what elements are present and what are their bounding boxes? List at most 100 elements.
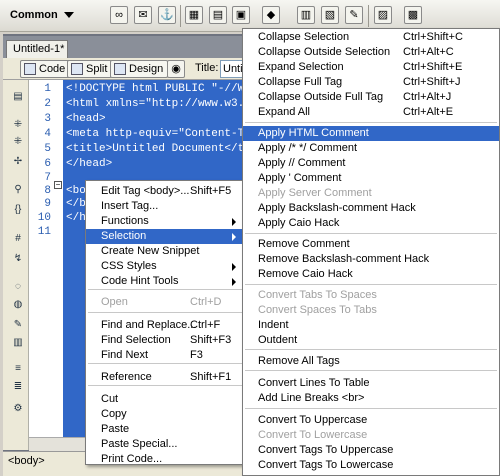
line-number: 10 [37, 212, 51, 224]
indent-icon[interactable]: ≡ [11, 362, 25, 376]
ctx-create-new-snippet[interactable]: Create New Snippet [86, 244, 244, 259]
ctx-cut[interactable]: Cut [86, 392, 244, 407]
balance-braces-icon[interactable]: {} [11, 203, 25, 217]
ctx-paste[interactable]: Paste [86, 422, 244, 437]
wrap-tag-icon[interactable]: ✎ [11, 318, 25, 332]
sel-apply-server-comment[interactable]: Apply Server Comment [243, 186, 499, 201]
sel-remove-backslash-comment-hack[interactable]: Remove Backslash-comment Hack [243, 252, 499, 267]
date-icon[interactable]: ▥ [297, 6, 315, 24]
menu-item-shortcut: Ctrl+Shift+E [403, 61, 463, 73]
sel-collapse-outside-full-tag[interactable]: Collapse Outside Full Tag Ctrl+Alt+J [243, 90, 499, 105]
menu-item-label: Collapse Outside Full Tag [258, 91, 384, 103]
apply-comment-icon[interactable]: ◌ [11, 280, 25, 294]
sel-apply-caio-hack[interactable]: Apply Caio Hack [243, 216, 499, 231]
menu-item-label: Open [101, 296, 128, 308]
sel-convert-spaces-to-tabs[interactable]: Convert Spaces To Tabs [243, 303, 499, 318]
collapse-toggle-icon[interactable]: − [54, 181, 62, 189]
ctx-find-selection[interactable]: Find Selection Shift+F3 [86, 333, 244, 348]
sel-indent[interactable]: Indent [243, 318, 499, 333]
ctx-paste-special[interactable]: Paste Special... [86, 437, 244, 452]
sel-convert-lines-to-table[interactable]: Convert Lines To Table [243, 376, 499, 391]
line-number: 5 [44, 143, 51, 155]
sel-remove-caio-hack[interactable]: Remove Caio Hack [243, 267, 499, 282]
ctx-edit-tag-body[interactable]: Edit Tag <body>... Shift+F5 [86, 184, 244, 199]
comment-icon[interactable]: ✎ [345, 6, 363, 24]
recent-snippets-icon[interactable]: ▥ [11, 336, 25, 350]
menu-item-label: Selection [101, 230, 147, 242]
line-number: 4 [44, 128, 51, 140]
ctx-reference[interactable]: Reference Shift+F1 [86, 370, 244, 385]
menu-item-label: Convert To Lowercase [258, 429, 368, 441]
ctx-insert-tag[interactable]: Insert Tag... [86, 199, 244, 214]
sel-convert-to-uppercase[interactable]: Convert To Uppercase [243, 413, 499, 428]
ctx-find-and-replace[interactable]: Find and Replace... Ctrl+F [86, 318, 244, 333]
context-menu: Edit Tag <body>... Shift+F5 Insert Tag... F… [85, 180, 245, 465]
tag-chooser-icon[interactable]: ▩ [404, 6, 422, 24]
sel-collapse-outside-selection[interactable]: Collapse Outside Selection Ctrl+Alt+C [243, 45, 499, 60]
sel-add-line-breaks-br[interactable]: Add Line Breaks <br> [243, 391, 499, 406]
table-icon[interactable]: ▦ [185, 6, 203, 24]
open-documents-icon[interactable]: ▤ [11, 90, 25, 104]
insert-category-label: Common [10, 9, 58, 21]
line-numbers-icon[interactable]: # [11, 232, 25, 246]
sel-convert-to-lowercase[interactable]: Convert To Lowercase [243, 428, 499, 443]
sel-apply-comment[interactable]: Apply /* */ Comment [243, 141, 499, 156]
code-view-button[interactable]: Code [20, 60, 71, 78]
server-side-include-icon[interactable]: ▧ [321, 6, 339, 24]
split-view-button[interactable]: Split [67, 60, 113, 78]
tag-selector[interactable]: <body> [8, 455, 45, 467]
highlight-invalid-code-icon[interactable]: ↯ [11, 252, 25, 266]
sel-outdent[interactable]: Outdent [243, 333, 499, 348]
sel-convert-tags-to-uppercase[interactable]: Convert Tags To Uppercase [243, 443, 499, 458]
document-tab[interactable]: Untitled-1* [6, 40, 68, 58]
sel-remove-comment[interactable]: Remove Comment [243, 237, 499, 252]
sel-convert-tags-to-lowercase[interactable]: Convert Tags To Lowercase [243, 458, 499, 473]
named-anchor-icon[interactable]: ⚓ [158, 6, 176, 24]
sel-expand-selection[interactable]: Expand Selection Ctrl+Shift+E [243, 60, 499, 75]
expand-all-icon[interactable]: ✢ [11, 155, 25, 169]
ctx-code-hint-tools[interactable]: Code Hint Tools [86, 274, 244, 289]
design-view-button[interactable]: Design [110, 60, 169, 78]
format-source-icon[interactable]: ⚙ [11, 402, 25, 416]
ctx-copy[interactable]: Copy [86, 407, 244, 422]
menu-item-label: Convert Spaces To Tabs [258, 304, 377, 316]
sel-apply-backslash-comment-hack[interactable]: Apply Backslash-comment Hack [243, 201, 499, 216]
sel-apply-comment[interactable]: Apply // Comment [243, 156, 499, 171]
sel-remove-all-tags[interactable]: Remove All Tags [243, 354, 499, 369]
title-field[interactable]: Unti [220, 60, 244, 78]
collapse-selection-icon[interactable]: ⁜ [11, 135, 25, 149]
chevron-down-icon [63, 12, 74, 18]
ctx-print-code[interactable]: Print Code... [86, 452, 244, 467]
image-icon[interactable]: ▣ [232, 6, 250, 24]
menu-item-label: Convert Lines To Table [258, 377, 370, 389]
ctx-css-styles[interactable]: CSS Styles [86, 259, 244, 274]
email-link-icon[interactable]: ✉ [134, 6, 152, 24]
sel-apply-html-comment[interactable]: Apply HTML Comment [243, 126, 499, 141]
hyperlink-icon[interactable]: ∞ [110, 6, 128, 24]
select-parent-tag-icon[interactable]: ⚲ [11, 183, 25, 197]
remove-comment-icon[interactable]: ◍ [11, 298, 25, 312]
sel-collapse-full-tag[interactable]: Collapse Full Tag Ctrl+Shift+J [243, 75, 499, 90]
menu-item-label: Remove Caio Hack [258, 268, 353, 280]
ctx-selection[interactable]: Selection [86, 229, 244, 244]
browser-check-icon[interactable]: ◉ [167, 60, 185, 78]
sel-expand-all[interactable]: Expand All Ctrl+Alt+E [243, 105, 499, 120]
menu-separator [245, 349, 497, 350]
collapse-full-tag-icon[interactable]: ⁜ [11, 118, 25, 132]
insert-category-dropdown[interactable]: Common [10, 6, 74, 24]
layer-icon[interactable]: ▤ [209, 6, 227, 24]
menu-item-shortcut: Shift+F5 [190, 185, 232, 197]
media-icon[interactable]: ◆ [262, 6, 280, 24]
sel-collapse-selection[interactable]: Collapse Selection Ctrl+Shift+C [243, 30, 499, 45]
sel-convert-tabs-to-spaces[interactable]: Convert Tabs To Spaces [243, 288, 499, 303]
ctx-find-next[interactable]: Find Next F3 [86, 348, 244, 363]
menu-item-shortcut: Ctrl+D [190, 296, 222, 308]
sel-apply-comment[interactable]: Apply ' Comment [243, 171, 499, 186]
templates-icon[interactable]: ▨ [374, 6, 392, 24]
menu-item-label: Apply Backslash-comment Hack [258, 202, 416, 214]
ctx-open[interactable]: Open Ctrl+D [86, 295, 244, 310]
ctx-functions[interactable]: Functions [86, 214, 244, 229]
outdent-icon[interactable]: ≣ [11, 380, 25, 394]
code-line: <title>Untitled Document</tit [66, 143, 258, 155]
menu-separator [245, 370, 497, 371]
